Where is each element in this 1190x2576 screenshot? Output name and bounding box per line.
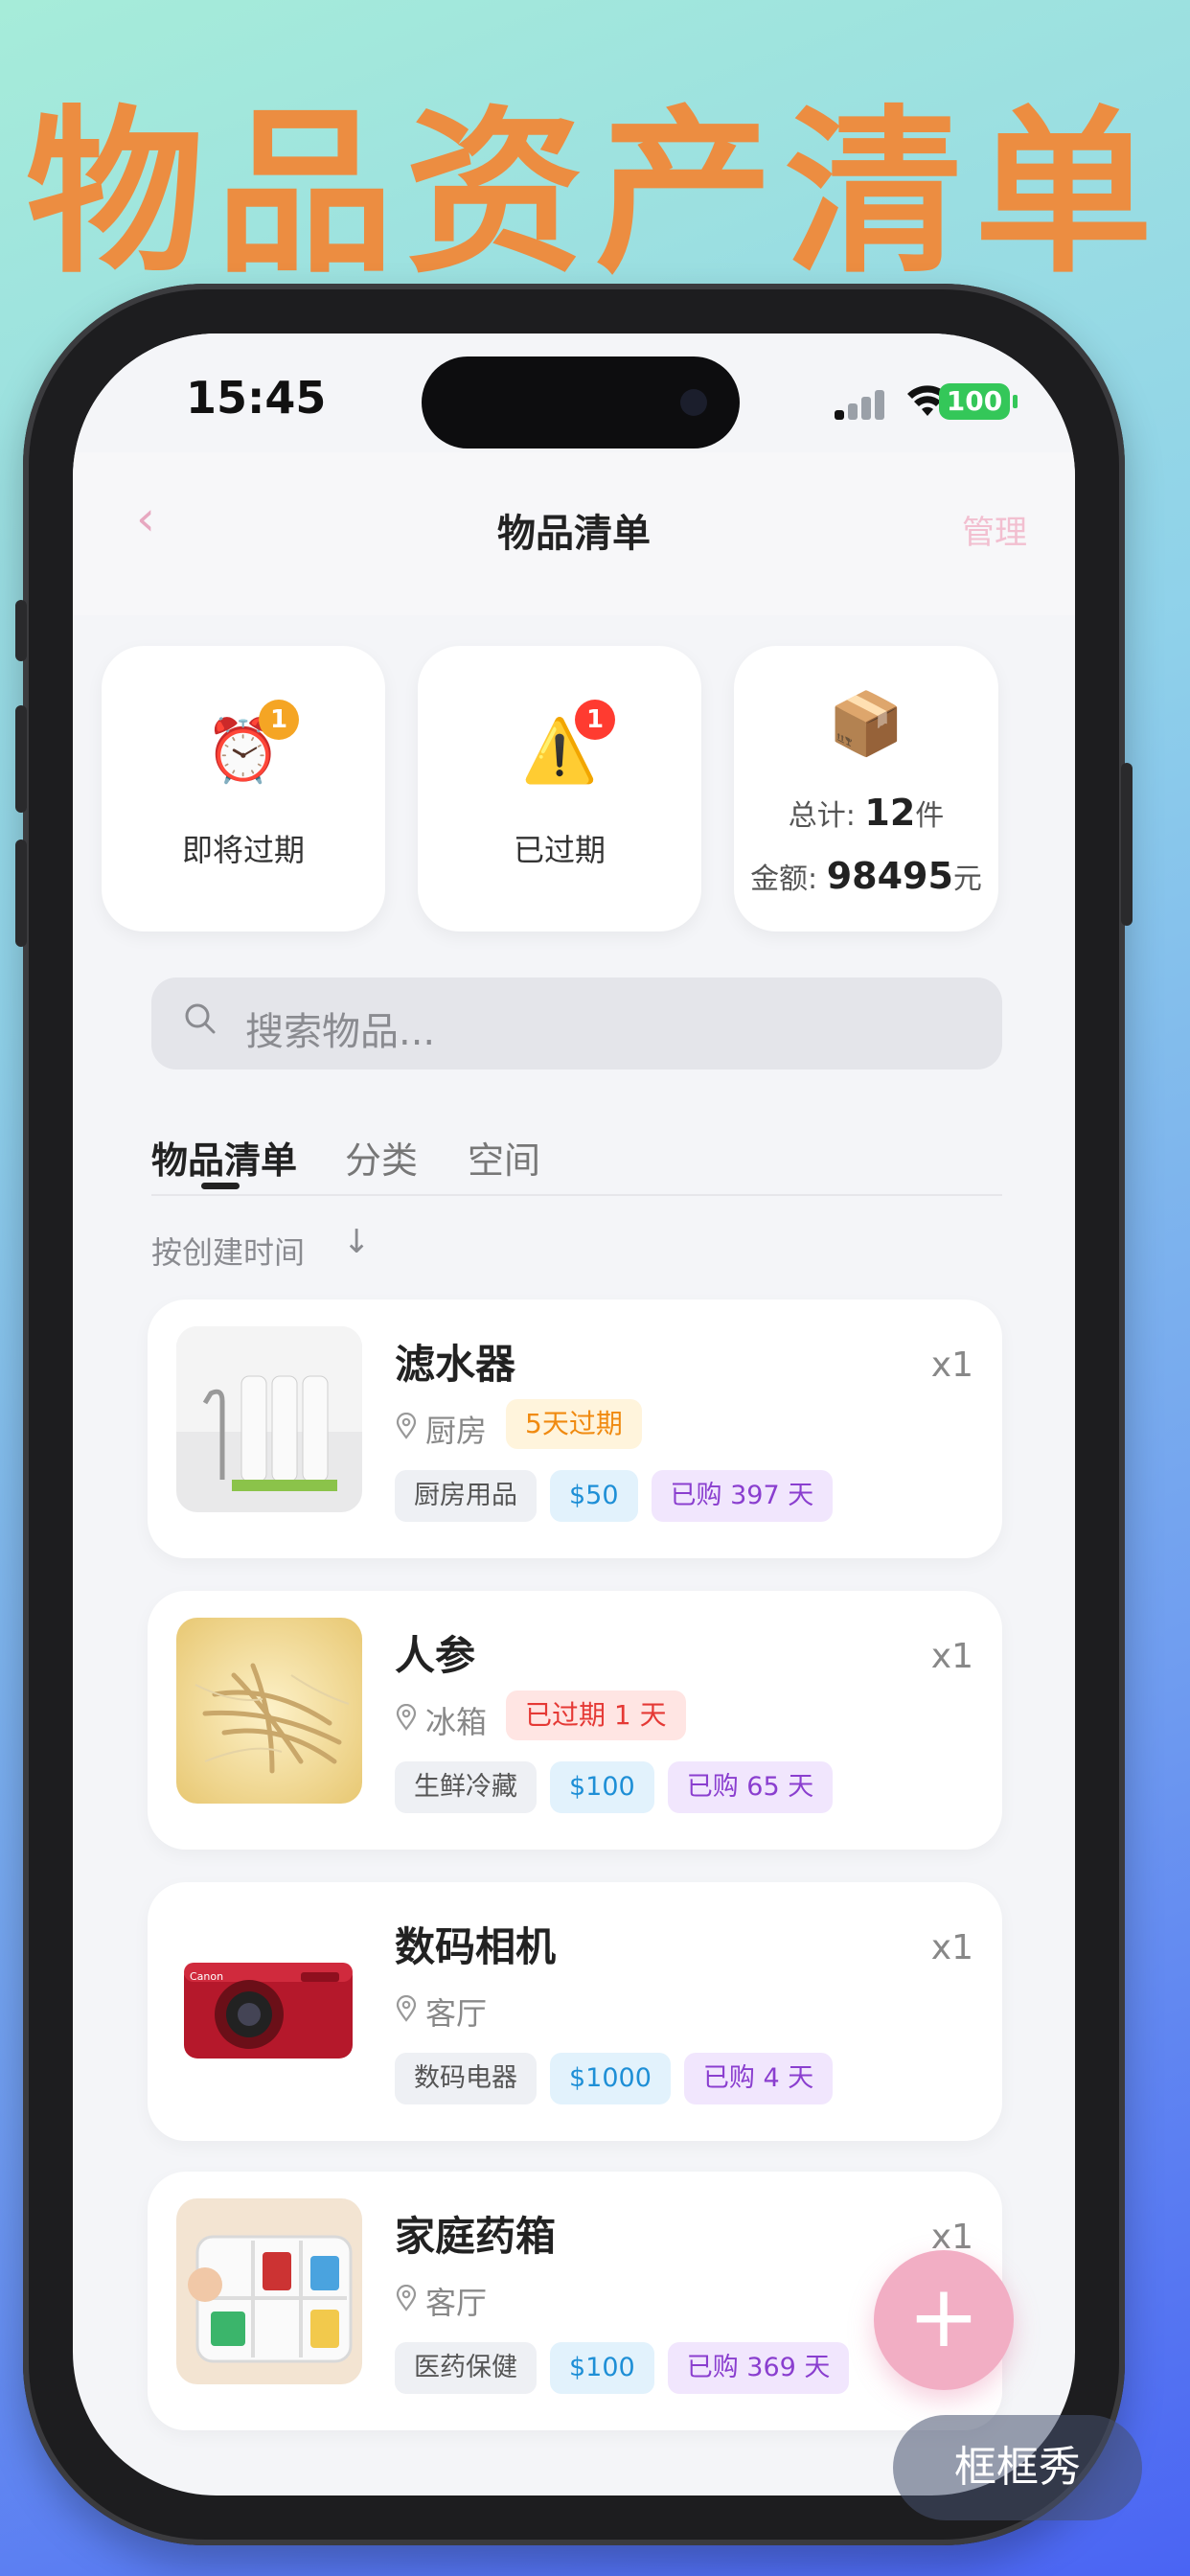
- item-name: 人参: [395, 1632, 476, 1679]
- list-item[interactable]: 家庭药箱 x1 客厅 医药保健 $100 已购 369 天: [148, 2172, 1002, 2430]
- item-image-camera: Canon: [176, 1909, 362, 2095]
- expiry-badge: 5天过期: [506, 1399, 642, 1449]
- tab-item-list[interactable]: 物品清单: [151, 1131, 297, 1184]
- total-count: 总计: 12件: [788, 792, 945, 834]
- page-title: 物品清单: [497, 512, 651, 556]
- expired-card[interactable]: ⚠️ 1 已过期: [418, 646, 701, 932]
- item-image-ginseng: [176, 1618, 362, 1804]
- item-name: 数码相机: [395, 1923, 557, 1970]
- action-button: [15, 600, 27, 661]
- headline-title: 物品资产清单: [25, 89, 1164, 297]
- item-tags: 医药保健 $100 已购 369 天: [395, 2342, 862, 2394]
- battery-indicator: 100: [939, 383, 1010, 420]
- age-tag: 已购 4 天: [683, 2053, 834, 2104]
- location-pin-icon: [396, 1413, 417, 1439]
- alarm-clock-icon: ⏰: [205, 716, 282, 787]
- list-item[interactable]: Canon 数码相机 x1 客厅 数码电器 $1000 已购 4 天: [148, 1882, 1002, 2141]
- list-item[interactable]: 人参 x1 冰箱 已过期 1 天 生鲜冷藏 $100 已购 65 天: [148, 1591, 1002, 1850]
- price-tag: $100: [550, 1761, 654, 1813]
- status-bar: 15:45 100: [73, 334, 1075, 452]
- volume-up-button: [15, 705, 27, 813]
- nav-bar: ‹ 物品清单 管理: [73, 452, 1075, 615]
- age-tag: 已购 369 天: [667, 2342, 850, 2394]
- power-button: [1121, 763, 1133, 926]
- status-time: 15:45: [186, 372, 327, 424]
- item-location: 冰箱: [425, 1704, 488, 1740]
- location-pin-icon: [396, 2285, 417, 2312]
- search-icon: [185, 1003, 216, 1034]
- add-item-button[interactable]: +: [874, 2250, 1014, 2390]
- sort-label[interactable]: 按创建时间: [151, 1229, 305, 1273]
- warning-icon: ⚠️: [521, 716, 598, 787]
- category-tag: 厨房用品: [395, 1470, 537, 1522]
- item-image-water-filter: [176, 1326, 362, 1512]
- app-screen: 15:45 100 ‹ 物品清单 管理 ⏰ 1 即将过期 ⚠️ 1 已过期 📦 …: [73, 334, 1075, 2496]
- search-placeholder: 搜索物品...: [245, 1010, 436, 1054]
- price-tag: $1000: [550, 2053, 671, 2104]
- package-icon: 📦: [828, 689, 904, 760]
- item-quantity: x1: [930, 1346, 973, 1385]
- svg-text:Canon: Canon: [190, 1970, 223, 1983]
- total-amount: 金额: 98495元: [750, 855, 982, 897]
- item-location: 客厅: [425, 1995, 488, 2032]
- tab-category[interactable]: 分类: [345, 1131, 418, 1184]
- item-quantity: x1: [930, 1637, 973, 1676]
- expiring-badge: 1: [259, 700, 299, 740]
- camera-icon: [680, 389, 707, 416]
- list-item[interactable]: 滤水器 x1 厨房 5天过期 厨房用品 $50 已购 397 天: [148, 1300, 1002, 1558]
- price-tag: $50: [550, 1470, 638, 1522]
- arrow-down-icon[interactable]: ↓: [343, 1223, 371, 1261]
- tab-space[interactable]: 空间: [468, 1131, 540, 1184]
- battery-tip: [1013, 395, 1018, 408]
- item-quantity: x1: [930, 1928, 973, 1967]
- item-name: 滤水器: [395, 1341, 516, 1388]
- item-location: 厨房: [425, 1413, 488, 1449]
- total-card[interactable]: 📦 总计: 12件 金额: 98495元: [734, 646, 998, 932]
- signal-icon: [835, 387, 888, 420]
- expired-label: 已过期: [513, 832, 606, 868]
- item-location: 客厅: [425, 2285, 488, 2321]
- manage-button[interactable]: 管理: [962, 506, 1027, 553]
- item-image-medicine-box: [176, 2198, 362, 2384]
- watermark-label: 框框秀: [893, 2415, 1142, 2520]
- category-tag: 生鲜冷藏: [395, 1761, 537, 1813]
- expiring-label: 即将过期: [181, 832, 305, 868]
- expiring-soon-card[interactable]: ⏰ 1 即将过期: [102, 646, 385, 932]
- expiry-badge: 已过期 1 天: [506, 1690, 686, 1740]
- expired-badge: 1: [575, 700, 615, 740]
- item-tags: 厨房用品 $50 已购 397 天: [395, 1470, 846, 1522]
- location-pin-icon: [396, 1995, 417, 2022]
- price-tag: $100: [550, 2342, 654, 2394]
- category-tag: 医药保健: [395, 2342, 537, 2394]
- dynamic-island: [422, 356, 740, 448]
- age-tag: 已购 65 天: [667, 1761, 834, 1813]
- category-tag: 数码电器: [395, 2053, 537, 2104]
- phone-frame: 15:45 100 ‹ 物品清单 管理 ⏰ 1 即将过期 ⚠️ 1 已过期 📦 …: [15, 284, 1133, 2545]
- item-name: 家庭药箱: [395, 2213, 557, 2260]
- volume-down-button: [15, 840, 27, 947]
- active-tab-indicator: [201, 1183, 240, 1189]
- age-tag: 已购 397 天: [651, 1470, 834, 1522]
- item-tags: 生鲜冷藏 $100 已购 65 天: [395, 1761, 846, 1813]
- search-input[interactable]: 搜索物品...: [151, 978, 1002, 1070]
- item-tags: 数码电器 $1000 已购 4 天: [395, 2053, 846, 2104]
- tab-bar: 物品清单 分类 空间: [151, 1117, 1002, 1196]
- location-pin-icon: [396, 1704, 417, 1731]
